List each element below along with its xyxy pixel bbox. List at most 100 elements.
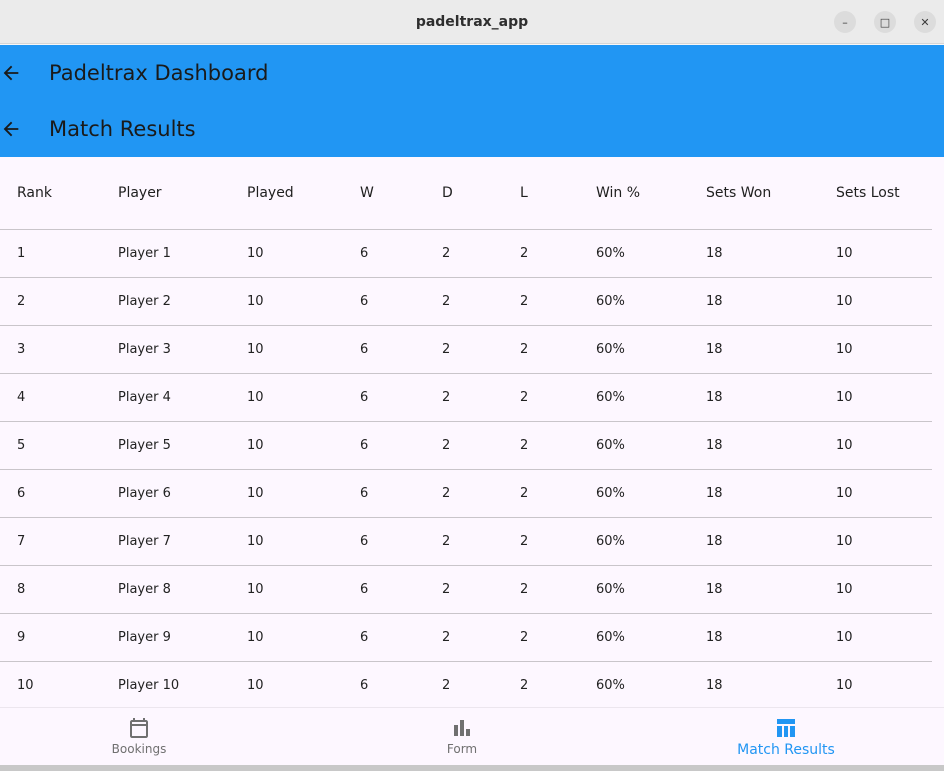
cell-losses: 2 (520, 246, 529, 261)
cell-draws: 2 (442, 534, 451, 549)
cell-player: Player 5 (118, 438, 171, 453)
cell-draws: 2 (442, 390, 451, 405)
cell-sets-lost: 10 (836, 390, 853, 405)
cell-draws: 2 (442, 630, 451, 645)
cell-played: 10 (247, 534, 264, 549)
cell-rank: 1 (17, 246, 26, 261)
bar-chart-icon (454, 720, 470, 736)
cell-sets-lost: 10 (836, 678, 853, 693)
table-row: 8 Player 8 10 6 2 2 60% 18 10 (0, 566, 932, 614)
table-row: 7 Player 7 10 6 2 2 60% 18 10 (0, 518, 932, 566)
cell-player: Player 4 (118, 390, 171, 405)
cell-sets-lost: 10 (836, 486, 853, 501)
cell-player: Player 9 (118, 630, 171, 645)
table-row: 4 Player 4 10 6 2 2 60% 18 10 (0, 374, 932, 422)
cell-draws: 2 (442, 486, 451, 501)
cell-losses: 2 (520, 486, 529, 501)
cell-sets-won: 18 (706, 486, 723, 501)
cell-sets-won: 18 (706, 246, 723, 261)
cell-sets-lost: 10 (836, 438, 853, 453)
nav-bookings-label: Bookings (111, 742, 167, 756)
minimize-icon: – (842, 15, 848, 29)
cell-losses: 2 (520, 438, 529, 453)
cell-player: Player 3 (118, 342, 171, 357)
cell-rank: 4 (17, 390, 26, 405)
cell-sets-won: 18 (706, 534, 723, 549)
header-losses: L (520, 185, 528, 201)
cell-wins: 6 (360, 678, 369, 693)
cell-losses: 2 (520, 678, 529, 693)
nav-form[interactable]: Form (362, 708, 562, 766)
window-title: padeltrax_app (415, 13, 529, 30)
results-table: Rank Player Played W D L Win % Sets Won … (0, 157, 932, 707)
cell-sets-lost: 10 (836, 246, 853, 261)
cell-draws: 2 (442, 246, 451, 261)
table-icon (777, 719, 795, 737)
cell-player: Player 6 (118, 486, 171, 501)
header-sets-won: Sets Won (706, 185, 772, 201)
cell-played: 10 (247, 438, 264, 453)
header-win-percent: Win % (596, 185, 641, 201)
nav-form-label: Form (446, 742, 478, 756)
cell-sets-lost: 10 (836, 294, 853, 309)
cell-rank: 2 (17, 294, 26, 309)
window-bottom-edge (0, 765, 944, 771)
cell-rank: 7 (17, 534, 26, 549)
cell-sets-won: 18 (706, 678, 723, 693)
cell-sets-won: 18 (706, 390, 723, 405)
arrow-back-icon[interactable] (0, 118, 22, 140)
cell-played: 10 (247, 582, 264, 597)
cell-wins: 6 (360, 294, 369, 309)
cell-player: Player 10 (118, 678, 180, 693)
cell-wins: 6 (360, 438, 369, 453)
dashboard-title: Padeltrax Dashboard (49, 61, 269, 85)
cell-wins: 6 (360, 486, 369, 501)
close-button[interactable]: ✕ (914, 11, 936, 33)
cell-sets-lost: 10 (836, 342, 853, 357)
cell-losses: 2 (520, 390, 529, 405)
header-player: Player (118, 185, 162, 201)
nav-match-results-label: Match Results (737, 742, 835, 758)
cell-played: 10 (247, 630, 264, 645)
cell-win-percent: 60% (596, 630, 625, 645)
cell-wins: 6 (360, 246, 369, 261)
cell-played: 10 (247, 678, 264, 693)
nav-match-results[interactable]: Match Results (686, 708, 886, 766)
maximize-icon: □ (879, 15, 891, 29)
cell-player: Player 2 (118, 294, 171, 309)
header-sets-lost: Sets Lost (836, 185, 900, 201)
cell-played: 10 (247, 342, 264, 357)
cell-losses: 2 (520, 630, 529, 645)
cell-rank: 8 (17, 582, 26, 597)
minimize-button[interactable]: – (834, 11, 856, 33)
cell-rank: 9 (17, 630, 26, 645)
cell-player: Player 7 (118, 534, 171, 549)
header-rank: Rank (17, 185, 52, 201)
cell-win-percent: 60% (596, 678, 625, 693)
cell-rank: 3 (17, 342, 26, 357)
table-row: 2 Player 2 10 6 2 2 60% 18 10 (0, 278, 932, 326)
match-results-app-bar: Match Results (0, 101, 944, 157)
cell-wins: 6 (360, 582, 369, 597)
header-played: Played (247, 185, 294, 201)
cell-win-percent: 60% (596, 246, 625, 261)
cell-player: Player 8 (118, 582, 171, 597)
cell-player: Player 1 (118, 246, 171, 261)
cell-sets-lost: 10 (836, 630, 853, 645)
cell-draws: 2 (442, 342, 451, 357)
cell-draws: 2 (442, 678, 451, 693)
window-titlebar: padeltrax_app – □ ✕ (0, 0, 944, 44)
arrow-back-icon[interactable] (0, 62, 22, 84)
nav-bookings[interactable]: Bookings (39, 708, 239, 766)
table-body: 1 Player 1 10 6 2 2 60% 18 10 2 Player 2 10 6 2 2 60% 18… (0, 230, 932, 707)
match-results-content: Rank Player Played W D L Win % Sets Won … (0, 157, 944, 707)
cell-wins: 6 (360, 390, 369, 405)
cell-win-percent: 60% (596, 294, 625, 309)
bottom-navigation: Bookings Form Match Results (0, 707, 944, 765)
header-wins: W (360, 185, 374, 201)
maximize-button[interactable]: □ (874, 11, 896, 33)
cell-draws: 2 (442, 438, 451, 453)
table-header-row: Rank Player Played W D L Win % Sets Won … (0, 157, 932, 230)
cell-wins: 6 (360, 342, 369, 357)
table-row: 3 Player 3 10 6 2 2 60% 18 10 (0, 326, 932, 374)
